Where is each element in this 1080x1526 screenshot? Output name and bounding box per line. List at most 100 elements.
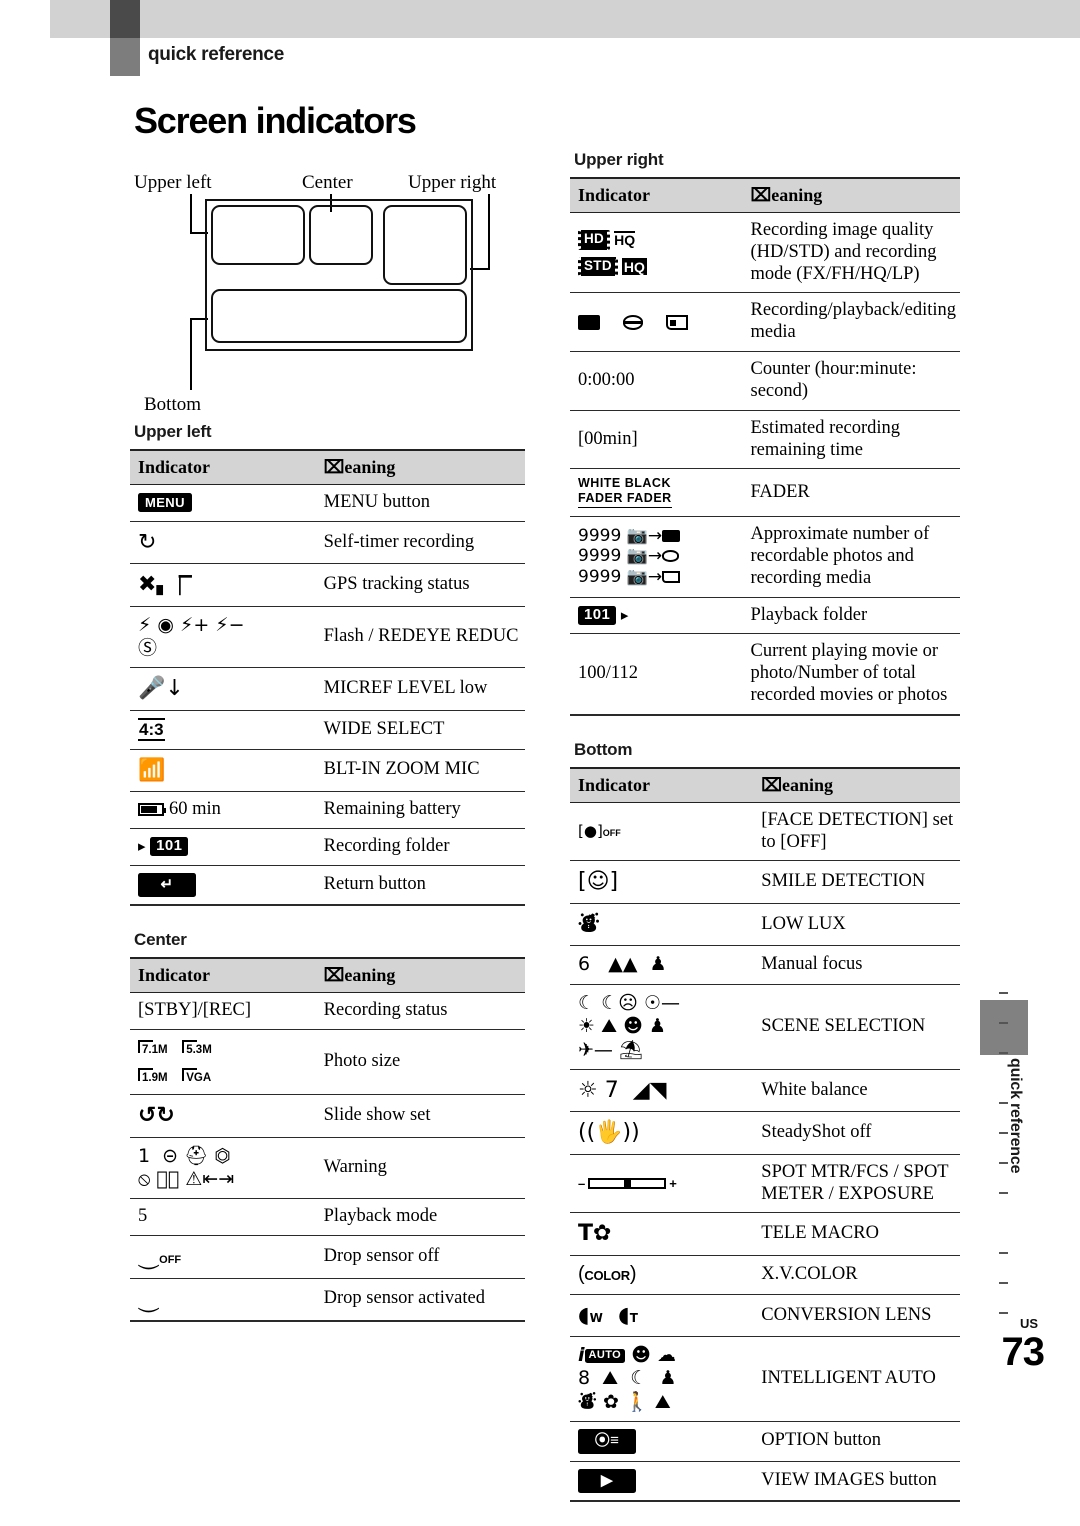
indicator-cell: ⛇ — [570, 903, 754, 947]
option-button-icon: ⦿≡ — [578, 1428, 636, 1454]
meaning-cell: Recording status — [315, 992, 525, 1031]
return-button-icon: ↵ — [138, 872, 196, 898]
drop-sensor-off-icon: ⏝OFF — [138, 1244, 182, 1270]
meaning-cell: VIEW IMAGES button — [753, 1461, 960, 1503]
table-row: [STBY]/[REC] Recording status — [130, 992, 525, 1031]
smile-detection-icon: [☺] — [578, 869, 619, 895]
indicator-cell: ⦿≡ — [570, 1421, 754, 1462]
caption-upper-left: Upper left — [134, 422, 212, 441]
table-row: 100/112 Current playing movie or photo/N… — [570, 633, 960, 716]
meaning-cell: Warning — [315, 1137, 525, 1200]
indicator-cell: 60 min — [130, 791, 316, 829]
steadyshot-off-icon: ((🖐)) — [578, 1120, 640, 1146]
page-number: 73 — [1001, 1330, 1045, 1374]
indicator-cell: 6 ▲▲ ♟ — [570, 945, 754, 986]
scene-row-2: ☀ ⛰ ☻ ♟ — [578, 1015, 666, 1038]
caption-center: Center — [134, 930, 187, 950]
table-row: 1 ⊝ ⛑ ⏣ ⦸ 📷⃠ ⚠⇤⇥ Warning — [130, 1137, 525, 1200]
table-row: 0:00:00 Counter (hour:minute: second) — [570, 351, 960, 411]
photo-size-icon: 1.9M — [138, 1068, 168, 1085]
meaning-cell: Counter (hour:minute: second) — [742, 351, 960, 411]
indicator-cell: [STBY]/[REC] — [130, 992, 316, 1031]
table-row: ✖▖▕▔ GPS tracking status — [130, 563, 525, 607]
manual-focus-icon-group: 6 ▲▲ ♟ — [578, 953, 667, 976]
meaning-cell: INTELLIGENT AUTO — [753, 1336, 960, 1422]
micref-level-icon: 🎤↓ — [138, 676, 184, 702]
indicator-cell: 7.1M 5.3M 1.9M VGA — [130, 1029, 316, 1096]
wide-select-icon: 4:3 — [138, 717, 165, 742]
col-header-meaning: ⌧eaning — [742, 177, 960, 213]
meaning-cell: MENU button — [315, 484, 525, 522]
table-row: [●]OFF [FACE DETECTION] set to [OFF] — [570, 802, 960, 862]
right-column: Upper right Indicator ⌧eaning HD HQ STD HQ — [570, 150, 960, 1526]
table-header-row: Indicator ⌧eaning — [130, 449, 525, 485]
indicator-cell: 9999 📷→ 9999 📷→ 9999 📷→ — [570, 516, 743, 598]
table-row: WHITE BLACK FADER FADER FADER — [570, 468, 960, 518]
disc-icon — [623, 315, 643, 331]
table-upper-left: Indicator ⌧eaning MENU MENU button ↻ Sel… — [130, 449, 525, 907]
table-header-row: Indicator ⌧eaning — [130, 957, 525, 994]
meaning-cell: SMILE DETECTION — [753, 860, 960, 904]
meaning-cell: Slide show set — [315, 1094, 525, 1138]
col-header-indicator: Indicator — [130, 957, 316, 994]
indicator-cell: 1 ⊝ ⛑ ⏣ ⦸ 📷⃠ ⚠⇤⇥ — [130, 1137, 316, 1200]
table-row: ▸ 101 Recording folder — [130, 828, 525, 866]
indicator-cell: ↻ — [130, 521, 316, 565]
table-row: ☾ ☾☹ ☉— ☀ ⛰ ☻ ♟ ✈— ⛱ SCENE SELECTION — [570, 984, 960, 1070]
low-lux-candle-icon: ⛇ — [578, 911, 601, 937]
meaning-cell: White balance — [753, 1069, 960, 1113]
page-title: Screen indicators — [134, 100, 417, 142]
table-center: Indicator ⌧eaning [STBY]/[REC] Recording… — [130, 957, 525, 1323]
side-tab-gray-block — [980, 1000, 1028, 1055]
left-column: Upper left Center Upper right Bottom Upp… — [130, 150, 525, 1346]
meaning-cell: SCENE SELECTION — [753, 984, 960, 1070]
table-row: ▶ VIEW IMAGES button — [570, 1461, 960, 1503]
memory-card-icon — [666, 315, 688, 331]
table-row: 5 Playback mode — [130, 1198, 525, 1237]
meaning-cell: LOW LUX — [753, 903, 960, 947]
meaning-cell: WIDE SELECT — [315, 710, 525, 750]
gps-tracking-icon: ✖▖▕▔ — [138, 572, 192, 598]
indicator-cell: ⏝OFF — [130, 1235, 316, 1279]
table-row: ⚡ ◉ ⚡+ ⚡− Ⓢ Flash / REDEYE REDUC — [130, 606, 525, 669]
battery-time-label: 60 min — [169, 799, 221, 819]
indicator-cell: 4:3 — [130, 710, 316, 750]
folder-arrow-icon: ▸ — [620, 605, 629, 624]
table-row: 🎤↓ MICREF LEVEL low — [130, 667, 525, 711]
meaning-cell: Return button — [315, 865, 525, 907]
indicator-cell: ⚡ ◉ ⚡+ ⚡− Ⓢ — [130, 606, 316, 669]
indicator-cell: ↵ — [130, 865, 316, 907]
table-row: ⛇ LOW LUX — [570, 903, 960, 947]
table-row: ⏝ Drop sensor activated — [130, 1278, 525, 1323]
view-images-button-icon: ▶ — [578, 1468, 636, 1494]
fader-line-2: FADER FADER — [578, 491, 672, 506]
drop-sensor-on-icon: ⏝ — [138, 1286, 160, 1312]
hq-tag-inverted-icon: HQ — [621, 257, 647, 276]
table-row: Recording/playback/editing media — [570, 292, 960, 353]
table-row: 📶 BLT-IN ZOOM MIC — [130, 749, 525, 792]
photo-size-icon-group: 7.1M 5.3M 1.9M VGA — [138, 1037, 312, 1087]
meaning-cell: BLT-IN ZOOM MIC — [315, 749, 525, 792]
indicator-cell: i AUTO ☻ ☁ 8 ⛰ ☾ ♟ ⛇ ✿ 🚶 ⛰ — [570, 1336, 754, 1422]
hd-badge-icon: HD — [578, 230, 611, 250]
indicator-cell: ☼ 7 ◢◥ — [570, 1069, 754, 1113]
indicator-cell: 5 — [130, 1198, 316, 1237]
table-row: [00min] Estimated recording remaining ti… — [570, 410, 960, 470]
indicator-cell: ↺↻ — [130, 1094, 316, 1138]
meaning-cell: GPS tracking status — [315, 563, 525, 607]
indicator-cell: 0:00:00 — [570, 351, 743, 411]
table-row: HD HQ STD HQ Recording image quality (HD/S… — [570, 212, 960, 294]
table-row: (COLOR) X.V.COLOR — [570, 1255, 960, 1295]
meaning-cell: Playback mode — [315, 1198, 525, 1237]
table-bottom: Indicator ⌧eaning [●]OFF [FACE DETECTION… — [570, 766, 960, 1503]
table-row: ◖W ◖T CONVERSION LENS — [570, 1294, 960, 1338]
indicator-cell: 📶 — [130, 749, 316, 792]
indicator-cell: ☾ ☾☹ ☉— ☀ ⛰ ☻ ♟ ✈— ⛱ — [570, 984, 754, 1070]
flash-icon-group: ⚡ ◉ ⚡+ ⚡− Ⓢ — [138, 613, 245, 659]
table-header-row: Indicator ⌧eaning — [570, 177, 960, 213]
xv-color-label: COLOR — [584, 1267, 630, 1283]
face-detection-off-icon: [●]OFF — [578, 822, 621, 841]
indicator-cell: 101 ▸ — [570, 597, 743, 635]
meaning-cell: Recording folder — [315, 828, 525, 866]
meaning-cell: MICREF LEVEL low — [315, 667, 525, 711]
